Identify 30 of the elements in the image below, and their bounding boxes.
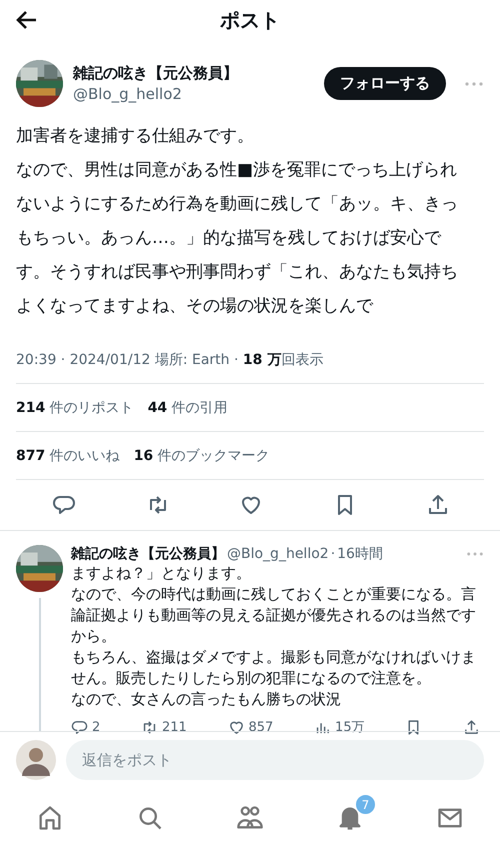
- user-avatar[interactable]: [16, 740, 56, 780]
- follow-button[interactable]: フォローする: [324, 67, 446, 100]
- reply-text: もちろん、盗撮はダメですよ。撮影も同意がなければいけません。販売したりしたら別の犯罪になるので注意を。: [71, 647, 477, 689]
- post-time: 16時間: [337, 545, 383, 563]
- notification-badge: 7: [355, 794, 376, 815]
- author-name: 雑記の呟き【元公務員】: [73, 64, 239, 83]
- reply-icon[interactable]: [71, 718, 88, 736]
- heart-icon[interactable]: [228, 718, 245, 736]
- separator-dot: ·: [330, 546, 336, 562]
- reply-text: なので、女さんの言ったもん勝ちの状況: [71, 689, 342, 710]
- reply-icon[interactable]: [52, 493, 76, 517]
- reply-text: ますよね？」となります。: [71, 563, 252, 584]
- engagement-count[interactable]: 44 件の引用: [148, 398, 228, 416]
- engagement-count[interactable]: 214 件のリポスト: [16, 398, 134, 416]
- author-handle: @Blo_g_hello2: [73, 85, 183, 103]
- engagement-count[interactable]: 16 件のブックマーク: [134, 446, 270, 464]
- share-icon[interactable]: [463, 718, 480, 736]
- author-handle: @Blo_g_hello2: [227, 546, 329, 562]
- action-count: 211: [162, 720, 187, 734]
- post-text: 加害者を逮捕する仕組みです。: [16, 125, 255, 148]
- share-icon[interactable]: [426, 493, 450, 517]
- reply-text: なので、今の時代は動画に残しておくことが重要になる。言論証拠よりも動画等の見える証拠が優先されるのは当然ですから。: [71, 584, 477, 647]
- action-count: 857: [248, 720, 274, 734]
- action-count: 2: [92, 720, 100, 734]
- post-meta: 20:39 · 2024/01/12 場所: Earth · 18 万回表示: [16, 347, 484, 384]
- post-text: なので、男性は同意がある性■渉を冤罪にでっち上げられないようにするため行為を動画に残して「あッ。キ、きっもちっい。あっん…。」的な描写を残しておけば安心です。そうすれば民事や刑事問わず「これ、あなたも気持ちよくなってますよね、その場の状況を楽しんで: [16, 159, 459, 318]
- page-title: ポスト: [220, 6, 280, 34]
- reply-field[interactable]: 返信をポスト: [66, 740, 484, 780]
- author-name: 雑記の呟き【元公務員】: [71, 545, 225, 563]
- engagement-count[interactable]: 877 件のいいね: [16, 446, 120, 464]
